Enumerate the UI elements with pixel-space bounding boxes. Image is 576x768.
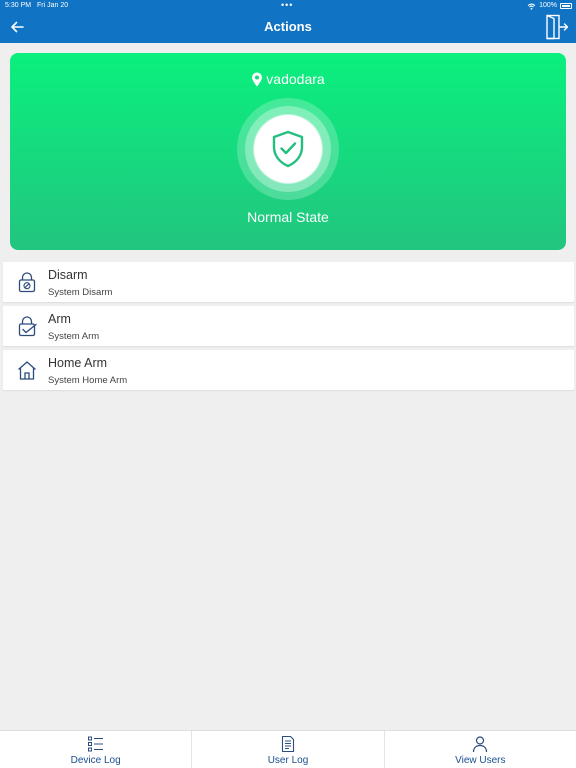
page-title: Actions — [264, 19, 312, 34]
status-bar: 5:30 PM Fri Jan 20 ••• 100% — [0, 0, 576, 12]
action-title: Home Arm — [48, 356, 108, 370]
nav-row: Actions — [0, 12, 576, 43]
status-right: 100% — [527, 0, 572, 12]
user-icon — [473, 736, 488, 753]
status-time: 5:30 PM — [5, 2, 32, 9]
battery-percent: 100% — [539, 2, 557, 9]
shield-badge — [254, 115, 322, 183]
action-title: Arm — [48, 312, 71, 326]
battery-icon — [560, 3, 572, 9]
tab-label: Device Log — [70, 755, 121, 766]
exit-door-icon — [546, 14, 569, 40]
action-subtitle: System Home Arm — [48, 375, 128, 386]
location-pin-icon — [252, 72, 263, 86]
top-bar: 5:30 PM Fri Jan 20 ••• 100% Actions — [0, 0, 576, 43]
tab-label: User Log — [267, 755, 309, 766]
location-row: vadodara — [10, 71, 566, 87]
action-subtitle: System Arm — [48, 331, 100, 342]
lock-check-icon — [18, 316, 37, 337]
wifi-icon — [527, 3, 536, 10]
tab-device-log[interactable]: Device Log — [0, 731, 193, 768]
tab-user-log[interactable]: User Log — [192, 731, 385, 768]
action-home-arm[interactable]: Home Arm System Home Arm — [3, 350, 574, 390]
system-state-label: Normal State — [247, 209, 329, 225]
action-disarm[interactable]: Disarm System Disarm — [3, 262, 574, 302]
tab-label: View Users — [455, 755, 506, 766]
unlock-icon — [18, 272, 36, 293]
action-subtitle: System Disarm — [48, 287, 113, 298]
home-icon — [18, 361, 36, 380]
bottom-tab-bar: Device Log User Log View Users — [0, 730, 576, 768]
list-icon — [87, 736, 103, 752]
action-arm[interactable]: Arm System Arm — [3, 306, 574, 346]
location-name: vadodara — [266, 71, 325, 87]
status-card: vadodara Normal State — [10, 53, 566, 250]
multitask-dots[interactable]: ••• — [281, 0, 293, 10]
document-icon — [281, 735, 295, 753]
status-date: Fri Jan 20 — [37, 2, 69, 9]
shield-check-icon — [272, 130, 304, 168]
tab-view-users[interactable]: View Users — [385, 731, 576, 768]
exit-button[interactable] — [544, 13, 570, 41]
action-title: Disarm — [48, 268, 88, 282]
